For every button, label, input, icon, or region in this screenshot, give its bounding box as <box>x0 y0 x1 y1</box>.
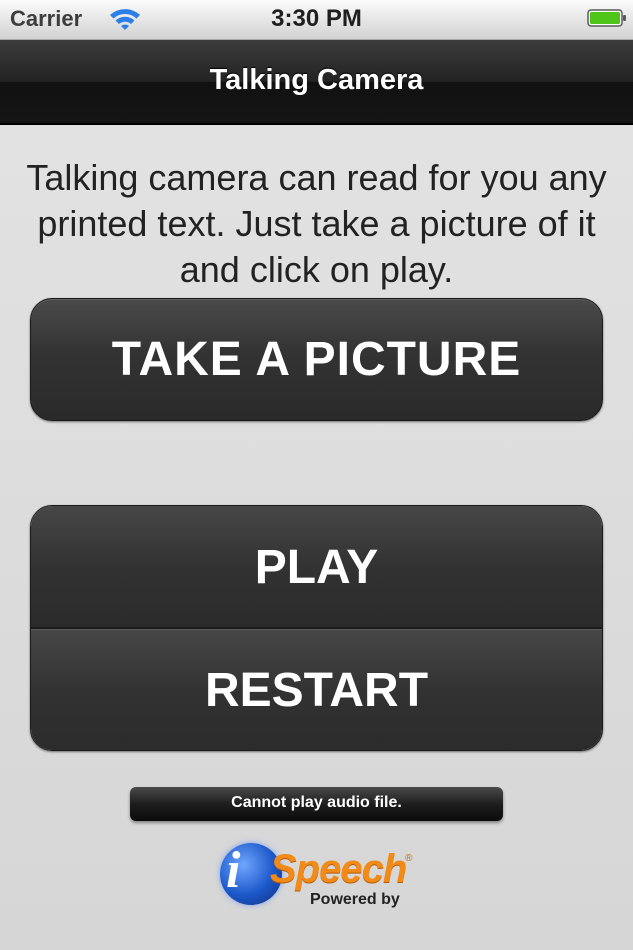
restart-button[interactable]: RESTART <box>31 629 602 750</box>
status-message: Cannot play audio file. <box>130 787 503 821</box>
logo-registered-mark: ® <box>405 853 413 864</box>
main-content: Talking camera can read for you any prin… <box>0 125 633 950</box>
status-bar: Carrier 3:30 PM <box>0 0 633 40</box>
playback-button-group: PLAY RESTART <box>30 505 603 751</box>
ispeech-logo: i Speech ® Powered by <box>220 837 420 917</box>
logo-powered-by: Powered by <box>310 891 400 908</box>
play-button[interactable]: PLAY <box>31 506 602 629</box>
navigation-bar: Talking Camera <box>0 40 633 125</box>
logo-i-letter: i <box>226 842 241 899</box>
battery-full-icon <box>587 9 626 27</box>
logo-brand-text: Speech <box>270 847 407 891</box>
page-title: Talking Camera <box>209 64 424 96</box>
instruction-text: Talking camera can read for you any prin… <box>26 157 607 290</box>
take-picture-button[interactable]: TAKE A PICTURE <box>30 298 603 421</box>
status-time: 3:30 PM <box>271 5 362 32</box>
